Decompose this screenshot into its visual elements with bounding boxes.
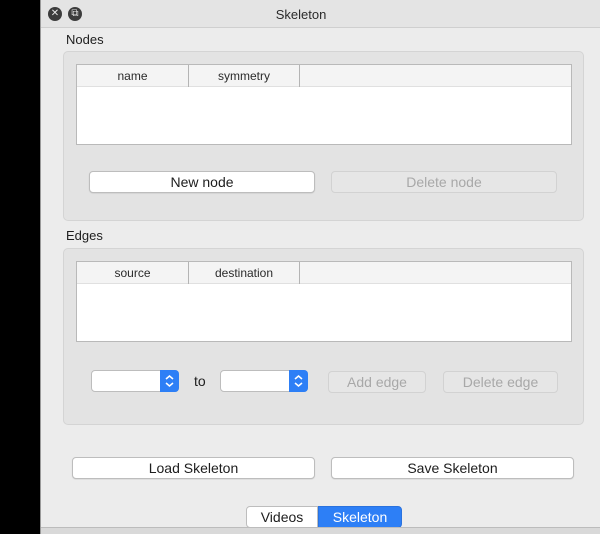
column-header-destination[interactable]: destination <box>189 262 300 284</box>
edges-group-label: Edges <box>66 228 103 243</box>
load-skeleton-button[interactable]: Load Skeleton <box>72 457 315 479</box>
new-node-button[interactable]: New node <box>89 171 315 193</box>
nodes-groupbox: name symmetry New node Delete node <box>63 51 584 221</box>
nodes-table-header: name symmetry <box>77 65 571 87</box>
title-bar[interactable]: ✕ ⧉ Skeleton <box>41 0 600 28</box>
save-skeleton-button[interactable]: Save Skeleton <box>331 457 574 479</box>
edges-groupbox: source destination to Add edge Delete ed… <box>63 248 584 425</box>
column-header-symmetry[interactable]: symmetry <box>189 65 300 87</box>
column-header-name[interactable]: name <box>77 65 189 87</box>
chevron-up-down-icon <box>160 370 179 392</box>
skeleton-panel: Nodes name symmetry New node Delete node… <box>44 28 600 534</box>
nodes-table[interactable]: name symmetry <box>76 64 572 145</box>
to-label: to <box>194 373 206 389</box>
nodes-group-label: Nodes <box>66 32 104 47</box>
delete-node-button[interactable]: Delete node <box>331 171 557 193</box>
edges-table[interactable]: source destination <box>76 261 572 342</box>
delete-edge-button[interactable]: Delete edge <box>443 371 558 393</box>
chevron-up-down-icon <box>289 370 308 392</box>
column-header-source[interactable]: source <box>77 262 189 284</box>
bottom-status-strip <box>41 527 600 534</box>
window-title: Skeleton <box>275 7 327 22</box>
destination-node-select[interactable] <box>220 370 308 392</box>
background-area <box>0 0 40 534</box>
tab-skeleton[interactable]: Skeleton <box>318 506 402 528</box>
edges-table-header: source destination <box>77 262 571 284</box>
add-edge-button[interactable]: Add edge <box>328 371 426 393</box>
source-node-select[interactable] <box>91 370 179 392</box>
tab-videos[interactable]: Videos <box>246 506 318 528</box>
skeleton-dock-window: ✕ ⧉ Skeleton Nodes name symmetry New nod… <box>40 0 600 534</box>
